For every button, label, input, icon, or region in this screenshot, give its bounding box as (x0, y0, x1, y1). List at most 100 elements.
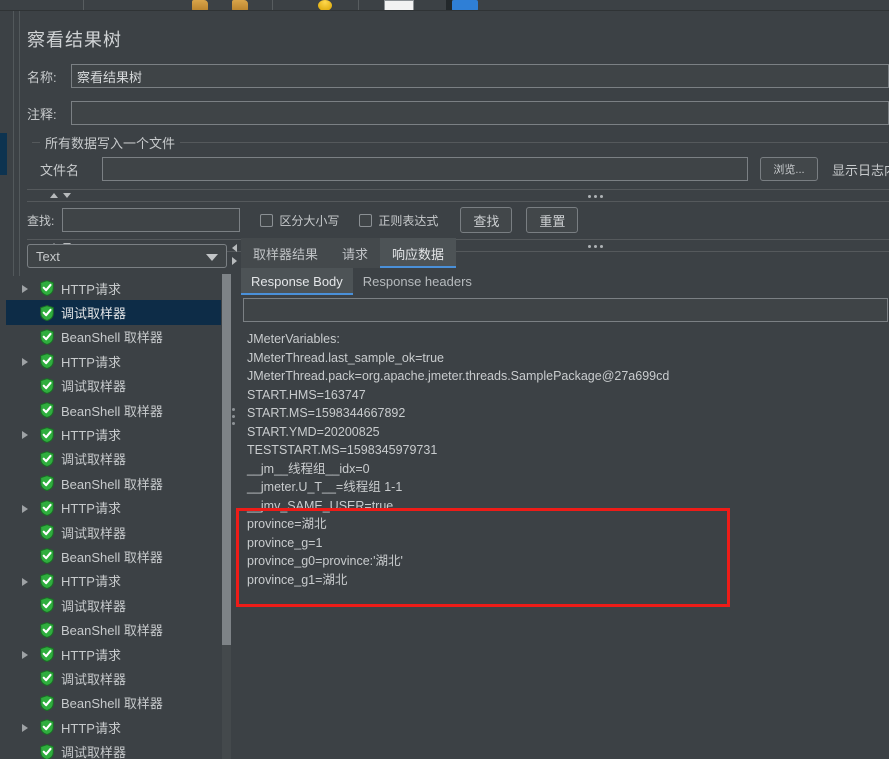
expand-arrow-icon[interactable] (22, 724, 28, 733)
tree-item[interactable]: 调试取样器 (6, 520, 221, 544)
tree-item-label: BeanShell 取样器 (61, 696, 163, 712)
regex-checkbox[interactable]: 正则表达式 (359, 212, 438, 229)
tree-item-label: HTTP请求 (61, 647, 121, 663)
response-line: __jmv_SAME_USER=true (247, 498, 394, 513)
response-line: __jmeter.U_T__=线程组 1-1 (247, 480, 403, 494)
expand-arrow-icon[interactable] (22, 650, 28, 659)
tree-item[interactable]: BeanShell 取样器 (6, 325, 221, 349)
response-subtab[interactable]: Response Body (241, 268, 353, 295)
collapse-up-icon[interactable] (50, 193, 58, 198)
tree-item-label: HTTP请求 (61, 281, 121, 297)
tree-item[interactable]: BeanShell 取样器 (6, 691, 221, 715)
tree-item[interactable]: BeanShell 取样器 (6, 544, 221, 568)
case-sensitive-checkbox[interactable]: 区分大小写 (260, 212, 339, 229)
tree-item[interactable]: HTTP请求 (6, 642, 221, 666)
tree-scrollbar[interactable] (222, 274, 231, 759)
result-tab[interactable]: 请求 (330, 238, 381, 268)
shield-check-icon (40, 377, 54, 394)
divider-grip-icon[interactable] (588, 195, 603, 198)
response-subtabs[interactable]: Response Body Response headers (241, 268, 482, 295)
expand-arrow-icon[interactable] (22, 431, 28, 440)
filename-input[interactable] (102, 157, 748, 181)
divider-arrows[interactable] (50, 193, 71, 198)
divider-row-1[interactable] (27, 189, 889, 202)
shield-check-icon (40, 280, 54, 297)
tree-item[interactable]: 调试取样器 (6, 593, 221, 617)
tree-item[interactable]: 调试取样器 (6, 739, 221, 759)
shield-check-icon (40, 743, 54, 759)
tree-item-label: 调试取样器 (61, 525, 127, 541)
tree-item[interactable]: 调试取样器 (6, 666, 221, 690)
write-all-data-group: 所有数据写入一个文件 文件名 浏览... 显示日志内容: (32, 133, 889, 185)
tree-item[interactable]: BeanShell 取样器 (6, 471, 221, 495)
tree-item[interactable]: 调试取样器 (6, 300, 221, 325)
response-line: province_g1=湖北 (247, 572, 348, 587)
tree-item[interactable]: HTTP请求 (6, 569, 221, 593)
result-tab[interactable]: 取样器结果 (241, 238, 331, 268)
group-title: 所有数据写入一个文件 (40, 133, 181, 152)
expand-arrow-icon[interactable] (22, 504, 28, 513)
result-tabs[interactable]: 取样器结果 请求 响应数据 (241, 238, 457, 268)
expand-arrow-icon[interactable] (22, 358, 28, 367)
shield-check-icon (40, 646, 54, 663)
tree-item-label: 调试取样器 (61, 452, 127, 468)
checkbox-icon[interactable] (359, 213, 373, 227)
folder-open-icon[interactable] (192, 0, 208, 10)
tree-item[interactable]: HTTP请求 (6, 422, 221, 446)
tree-item[interactable]: HTTP请求 (6, 276, 221, 300)
shield-check-icon (40, 329, 54, 345)
bulb-icon[interactable] (318, 0, 332, 10)
chevron-down-icon[interactable] (206, 254, 218, 261)
shield-check-icon (40, 548, 54, 565)
arrow-right-icon[interactable] (232, 257, 237, 265)
checkbox-icon[interactable] (260, 213, 274, 227)
tree-item-label: HTTP请求 (61, 574, 121, 590)
tree-item[interactable]: BeanShell 取样器 (6, 617, 221, 641)
response-line: TESTSTART.MS=1598345979731 (247, 443, 438, 457)
page-white-icon[interactable] (384, 0, 414, 10)
expand-arrow-icon[interactable] (22, 577, 28, 586)
tree-item-label: 调试取样器 (61, 306, 127, 322)
tree-item-label: HTTP请求 (61, 354, 121, 370)
tree-item-label: 调试取样器 (61, 598, 127, 614)
results-panel: 取样器结果 请求 响应数据 Response Body Response header… (241, 238, 889, 759)
splitter-collapse-arrows[interactable] (231, 243, 239, 269)
name-row: 名称: 察看结果树 (27, 64, 889, 88)
shield-check-icon (40, 524, 54, 541)
tree-item-label: HTTP请求 (61, 428, 121, 444)
response-body-text[interactable]: JMeterVariables: JMeterThread.last_sample… (243, 326, 889, 759)
result-tab[interactable]: 响应数据 (380, 238, 457, 268)
shield-check-icon (40, 499, 54, 516)
tree-item-label: BeanShell 取样器 (61, 549, 163, 565)
response-line: JMeterThread.last_sample_ok=true (247, 350, 444, 365)
comment-input[interactable] (71, 101, 889, 125)
renderer-select-value: Text (36, 248, 60, 264)
page-title: 察看结果树 (27, 30, 122, 50)
tree-item[interactable]: HTTP请求 (6, 496, 221, 520)
tree-item-label: 调试取样器 (61, 671, 127, 687)
tree-item[interactable]: 调试取样器 (6, 447, 221, 471)
collapse-down-icon[interactable] (63, 193, 71, 198)
expand-arrow-icon[interactable] (22, 285, 28, 293)
tree-item[interactable]: 调试取样器 (6, 374, 221, 398)
tree-item[interactable]: HTTP请求 (6, 349, 221, 373)
tree-item[interactable]: HTTP请求 (6, 715, 221, 739)
name-input[interactable]: 察看结果树 (71, 64, 889, 88)
folder-icon[interactable] (232, 0, 248, 10)
response-line: START.YMD=20200825 (247, 424, 380, 439)
tree-scrollbar-thumb[interactable] (222, 274, 231, 645)
response-search-input[interactable] (243, 298, 888, 322)
sampler-tree[interactable]: HTTP请求 调试取样器 BeanShell 取样器 HTTP请求 调试取样器 BeanS… (6, 276, 221, 759)
tree-item-label: BeanShell 取样器 (61, 476, 163, 492)
renderer-select[interactable]: Text (27, 244, 227, 268)
blue-chip-icon[interactable] (452, 0, 478, 10)
name-label: 名称: (27, 69, 57, 85)
find-button[interactable]: 查找 (460, 207, 513, 233)
search-input[interactable] (62, 208, 241, 232)
response-subtab[interactable]: Response headers (353, 268, 482, 295)
arrow-left-icon[interactable] (232, 244, 237, 252)
reset-button[interactable]: 重置 (526, 207, 579, 233)
horizontal-splitter-handle[interactable] (232, 408, 236, 430)
tree-item[interactable]: BeanShell 取样器 (6, 398, 221, 422)
browse-button[interactable]: 浏览... (760, 157, 818, 181)
